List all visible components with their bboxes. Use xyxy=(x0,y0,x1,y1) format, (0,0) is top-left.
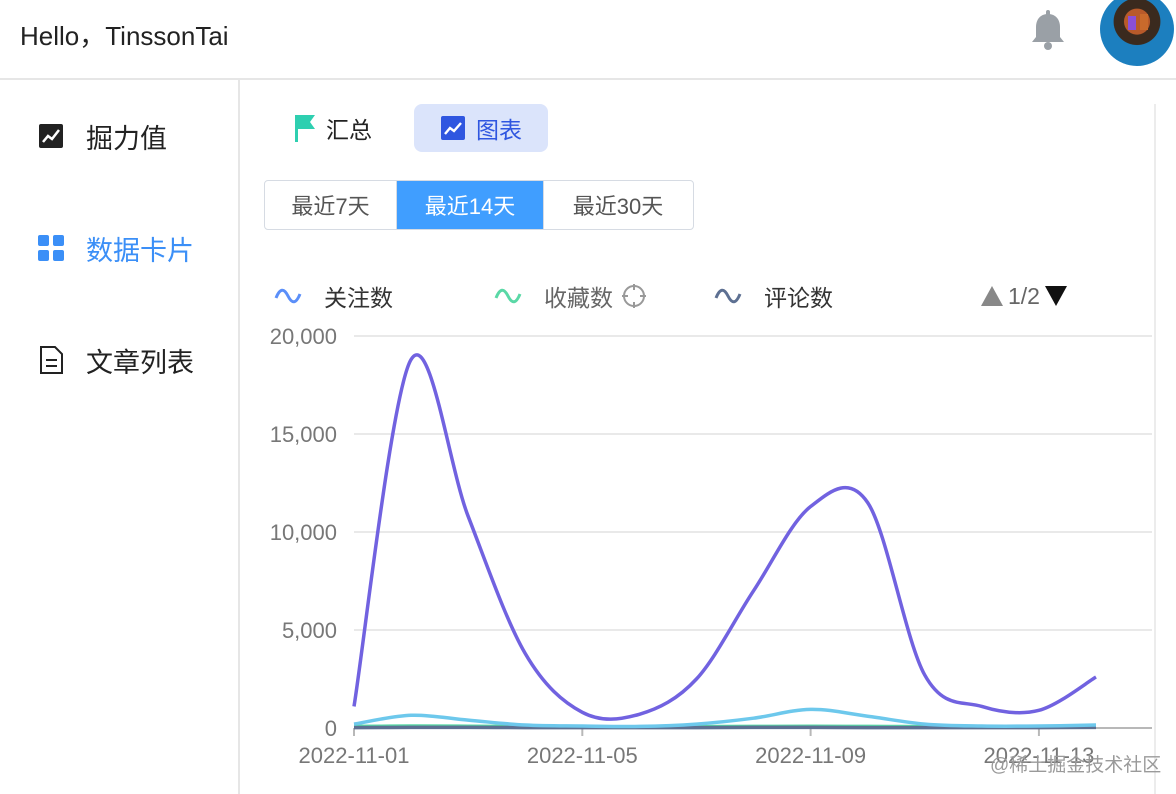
series-line-purple xyxy=(352,353,1097,721)
y-tick-label: 15,000 xyxy=(270,422,337,447)
y-tick-label: 0 xyxy=(325,716,337,741)
watermark: @稀土掘金技术社区 xyxy=(990,755,1162,776)
x-tick-label: 2022-11-09 xyxy=(755,743,866,768)
y-tick-label: 20,000 xyxy=(270,324,337,349)
x-tick-label: 2022-11-01 xyxy=(299,743,410,768)
series-line-cyan xyxy=(353,707,1097,729)
line-chart: 0 5,000 10,000 15,000 20,000 2022-11-01 2022-1… xyxy=(270,324,1152,768)
x-tick-label: 2022-11-05 xyxy=(527,743,638,768)
y-tick-label: 10,000 xyxy=(270,520,337,545)
scrollbar[interactable] xyxy=(1154,104,1156,794)
y-tick-label: 5,000 xyxy=(282,618,337,643)
